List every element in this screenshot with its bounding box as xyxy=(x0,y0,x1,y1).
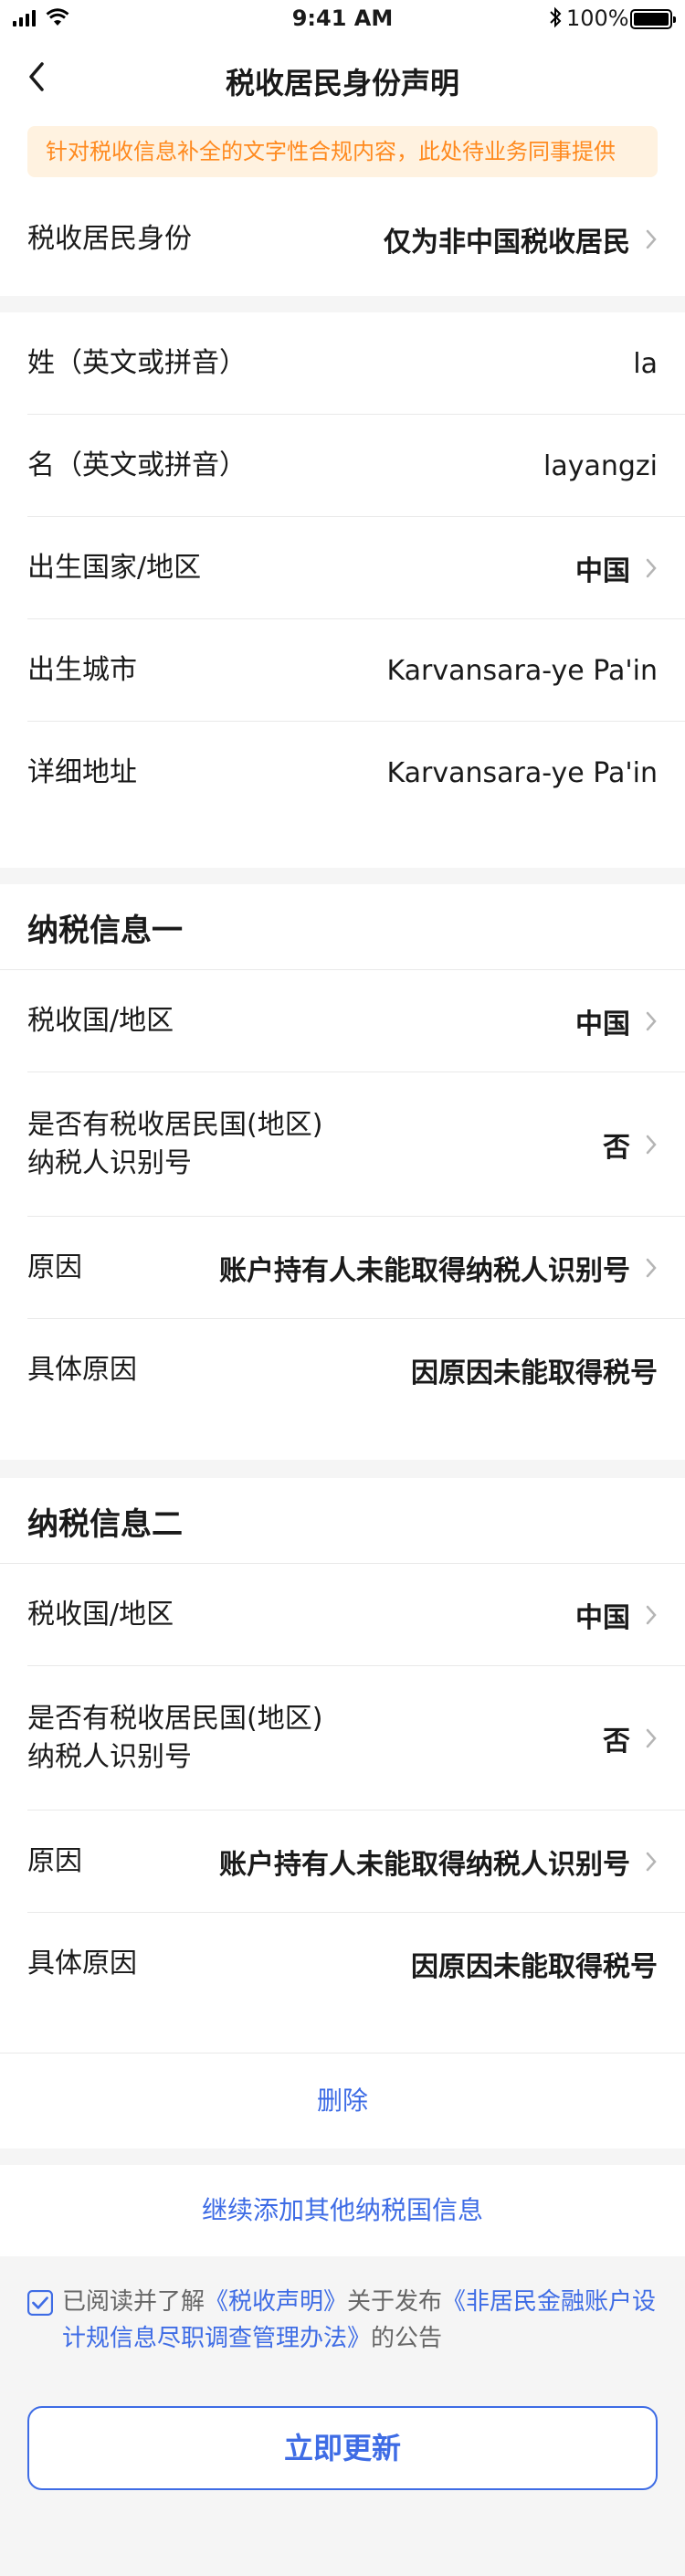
address-row: 详细地址 Karvansara-ye Pa'in xyxy=(0,722,685,868)
tin-label-line1: 是否有税收居民国(地区) xyxy=(27,1703,323,1735)
birth-city-row: 出生城市 Karvansara-ye Pa'in xyxy=(0,619,685,722)
surname-row: 姓（英文或拼音） la xyxy=(0,312,685,415)
chevron-right-icon xyxy=(646,229,657,249)
compliance-notice: 针对税收信息补全的文字性合规内容，此处待业务同事提供 xyxy=(27,126,658,177)
reason-row-2[interactable]: 原因 账户持有人未能取得纳税人识别号 xyxy=(0,1811,685,1913)
tin-available-label: 是否有税收居民国(地区) 纳税人识别号 xyxy=(27,1072,322,1217)
tax-country-label: 税收国/地区 xyxy=(27,1599,174,1631)
tax-info-1-header: 纳税信息一 xyxy=(0,884,685,970)
address-label: 详细地址 xyxy=(27,756,137,788)
tin-label-line2: 纳税人识别号 xyxy=(27,1741,192,1773)
reason-value: 账户持有人未能取得纳税人识别号 xyxy=(219,1849,630,1881)
tin-available-row-2[interactable]: 是否有税收居民国(地区) 纳税人识别号 否 xyxy=(0,1666,685,1811)
tin-label-line2: 纳税人识别号 xyxy=(27,1147,192,1179)
tax-country-label: 税收国/地区 xyxy=(27,1005,174,1037)
chevron-right-icon xyxy=(646,1011,657,1031)
specific-reason-label: 具体原因 xyxy=(27,1354,137,1386)
address-value: Karvansara-ye Pa'in xyxy=(386,756,658,789)
birth-country-row[interactable]: 出生国家/地区 中国 xyxy=(0,517,685,619)
residency-status-value: 仅为非中国税收居民 xyxy=(384,227,630,259)
battery-icon xyxy=(630,9,676,29)
tin-available-row-1[interactable]: 是否有税收居民国(地区) 纳税人识别号 否 xyxy=(0,1072,685,1217)
checkbox-checked-icon[interactable] xyxy=(27,2290,53,2316)
surname-value: la xyxy=(633,347,658,380)
agreement-suffix: 的公告 xyxy=(371,2325,443,2352)
chevron-right-icon xyxy=(646,1605,657,1625)
agreement-middle: 关于发布 xyxy=(347,2288,443,2316)
specific-reason-value: 因原因未能取得税号 xyxy=(411,1357,658,1389)
tax-statement-link[interactable]: 《税收声明》 xyxy=(205,2288,347,2316)
chevron-right-icon xyxy=(646,1852,657,1872)
tin-available-value: 否 xyxy=(603,1726,630,1758)
notice-container: 针对税收信息补全的文字性合规内容，此处待业务同事提供 xyxy=(0,121,685,183)
update-now-button[interactable]: 立即更新 xyxy=(27,2406,658,2490)
status-bar: 9:41 AM 100% xyxy=(0,0,685,37)
tax-country-row-2[interactable]: 税收国/地区 中国 xyxy=(0,1564,685,1666)
given-name-label: 名（英文或拼音） xyxy=(27,449,247,481)
tax-country-row-1[interactable]: 税收国/地区 中国 xyxy=(0,970,685,1072)
add-tax-country-button[interactable]: 继续添加其他纳税国信息 xyxy=(0,2165,685,2256)
residency-status-row[interactable]: 税收居民身份 仅为非中国税收居民 xyxy=(0,183,685,296)
surname-label: 姓（英文或拼音） xyxy=(27,347,247,379)
birth-city-label: 出生城市 xyxy=(27,654,137,686)
specific-reason-row-1: 具体原因 因原因未能取得税号 xyxy=(0,1319,685,1460)
chevron-right-icon xyxy=(646,1135,657,1155)
page-title: 税收居民身份声明 xyxy=(225,66,459,100)
chevron-right-icon xyxy=(646,1728,657,1748)
residency-status-label: 税收居民身份 xyxy=(27,223,192,255)
tin-available-value: 否 xyxy=(603,1132,630,1164)
bluetooth-icon xyxy=(550,6,562,28)
chevron-right-icon xyxy=(646,1258,657,1278)
nav-bar: 税收居民身份声明 xyxy=(0,37,685,121)
tin-label-line1: 是否有税收居民国(地区) xyxy=(27,1109,323,1141)
given-name-value: layangzi xyxy=(543,449,658,482)
given-name-row: 名（英文或拼音） layangzi xyxy=(0,415,685,517)
tin-available-label: 是否有税收居民国(地区) 纳税人识别号 xyxy=(27,1666,322,1811)
reason-label: 原因 xyxy=(27,1251,82,1283)
agreement-text: 已阅读并了解《税收声明》关于发布《非居民金融账户设计规信息尽职调查管理办法》的公… xyxy=(27,2284,658,2357)
agreement-prefix: 已阅读并了解 xyxy=(62,2288,206,2316)
birth-city-value: Karvansara-ye Pa'in xyxy=(386,654,658,687)
section-title: 纳税信息一 xyxy=(27,912,183,949)
section-title: 纳税信息二 xyxy=(27,1505,183,1543)
tax-country-value: 中国 xyxy=(575,1602,630,1634)
chevron-right-icon xyxy=(646,558,657,578)
specific-reason-row-2: 具体原因 因原因未能取得税号 xyxy=(0,1913,685,2053)
agreement-block: 已阅读并了解《税收声明》关于发布《非居民金融账户设计规信息尽职调查管理办法》的公… xyxy=(27,2284,658,2357)
birth-country-label: 出生国家/地区 xyxy=(27,552,202,584)
reason-label: 原因 xyxy=(27,1845,82,1877)
reason-value: 账户持有人未能取得纳税人识别号 xyxy=(219,1255,630,1287)
tax-country-value: 中国 xyxy=(575,1008,630,1040)
battery-percent: 100% xyxy=(566,5,629,31)
birth-country-value: 中国 xyxy=(575,555,630,587)
delete-button[interactable]: 删除 xyxy=(0,2053,685,2148)
tax-info-2-header: 纳税信息二 xyxy=(0,1478,685,1564)
reason-row-1[interactable]: 原因 账户持有人未能取得纳税人识别号 xyxy=(0,1217,685,1319)
specific-reason-value: 因原因未能取得税号 xyxy=(411,1951,658,1983)
specific-reason-label: 具体原因 xyxy=(27,1948,137,1980)
